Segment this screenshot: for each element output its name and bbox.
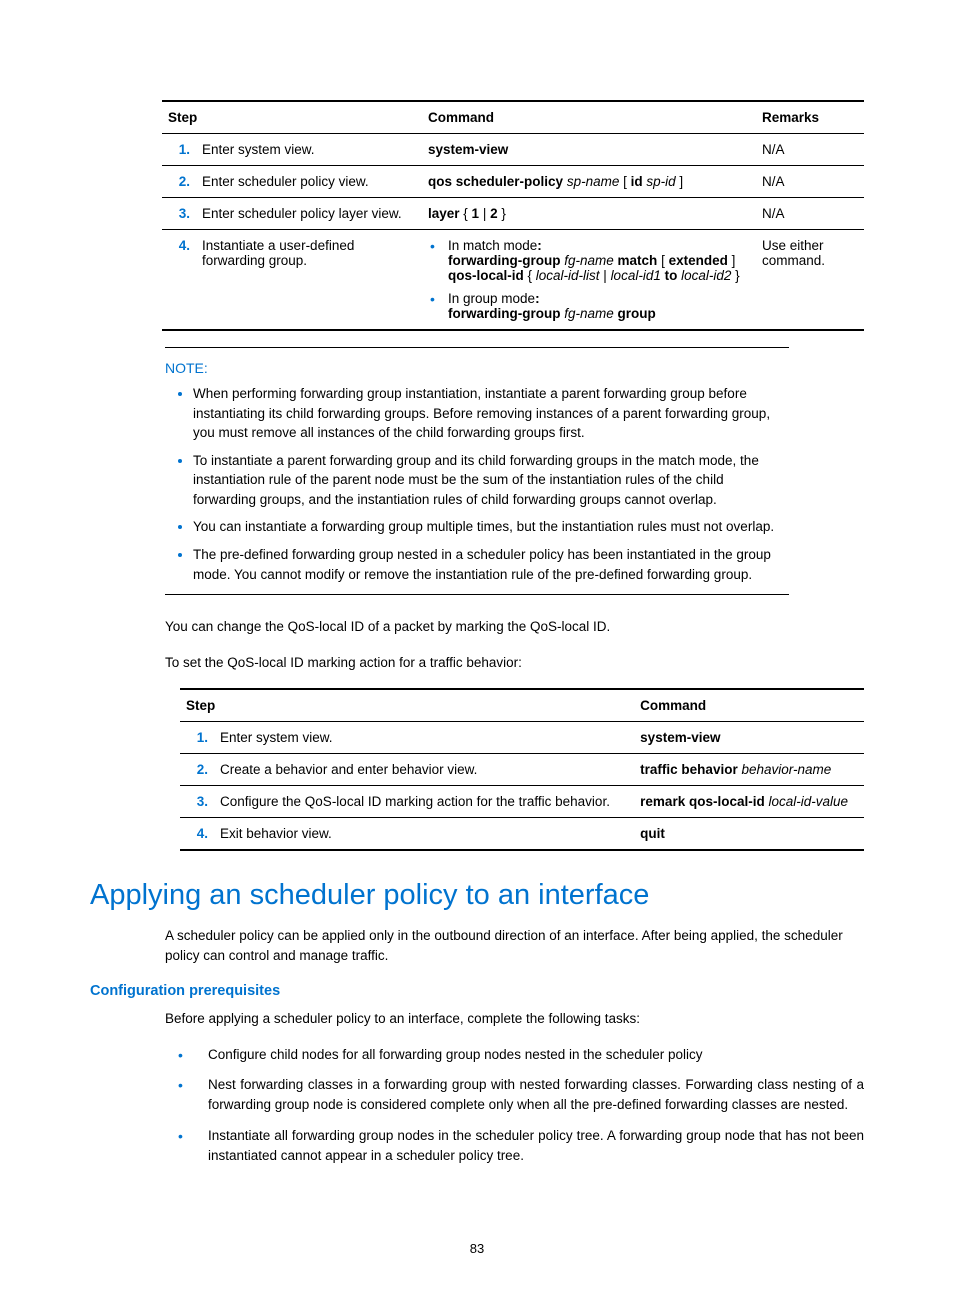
- paragraph: You can change the QoS-local ID of a pac…: [165, 617, 864, 637]
- note-label: NOTE:: [165, 360, 789, 376]
- list-item: When performing forwarding group instant…: [193, 384, 789, 443]
- list-item: Instantiate all forwarding group nodes i…: [208, 1126, 864, 1167]
- subsection-heading: Configuration prerequisites: [90, 983, 864, 999]
- list-item: The pre-defined forwarding group nested …: [193, 545, 789, 584]
- table2-header-command: Command: [634, 689, 864, 722]
- list-item: You can instantiate a forwarding group m…: [193, 517, 789, 537]
- note-box: NOTE: When performing forwarding group i…: [165, 347, 789, 595]
- table-row: 2. Enter scheduler policy view. qos sche…: [162, 166, 864, 198]
- table-row: 4. Exit behavior view. quit: [180, 818, 864, 851]
- table-row: 3. Enter scheduler policy layer view. la…: [162, 198, 864, 230]
- table-row: 3. Configure the QoS-local ID marking ac…: [180, 786, 864, 818]
- paragraph: A scheduler policy can be applied only i…: [165, 926, 864, 965]
- table2-header-step: Step: [180, 689, 634, 722]
- paragraph: Before applying a scheduler policy to an…: [165, 1009, 864, 1029]
- list-item: Nest forwarding classes in a forwarding …: [208, 1075, 864, 1116]
- task-list: Configure child nodes for all forwarding…: [208, 1045, 864, 1166]
- list-item: To instantiate a parent forwarding group…: [193, 451, 789, 510]
- paragraph: To set the QoS-local ID marking action f…: [165, 653, 864, 673]
- steps-table-2: Step Command 1. Enter system view. syste…: [180, 688, 864, 851]
- table1-header-remarks: Remarks: [756, 101, 864, 134]
- steps-table-1: Step Command Remarks 1. Enter system vie…: [162, 100, 864, 331]
- list-item: Configure child nodes for all forwarding…: [208, 1045, 864, 1065]
- note-list: When performing forwarding group instant…: [165, 384, 789, 584]
- table-row: 2. Create a behavior and enter behavior …: [180, 754, 864, 786]
- table1-header-command: Command: [422, 101, 756, 134]
- table-row: 4. Instantiate a user-defined forwarding…: [162, 230, 864, 331]
- page-number: 83: [0, 1241, 954, 1256]
- section-heading: Applying an scheduler policy to an inter…: [90, 879, 864, 912]
- table-row: 1. Enter system view. system-view: [180, 722, 864, 754]
- table1-header-step: Step: [162, 101, 422, 134]
- table-row: 1. Enter system view. system-view N/A: [162, 134, 864, 166]
